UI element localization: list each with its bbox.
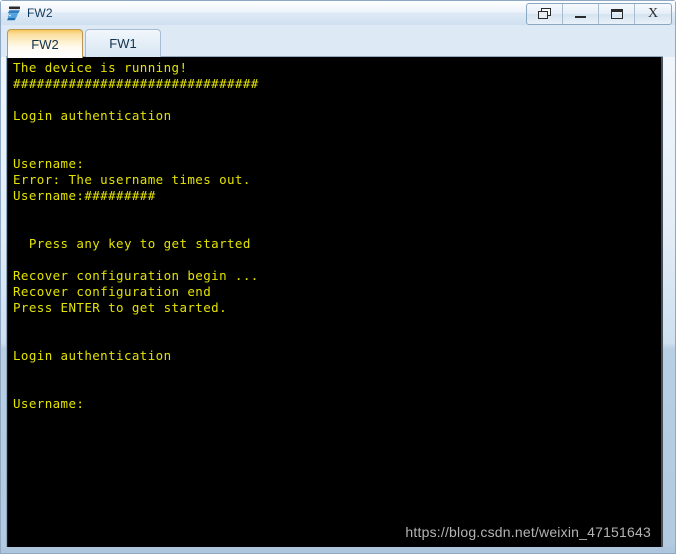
minimize-icon — [575, 16, 586, 18]
maximize-button[interactable] — [599, 4, 635, 24]
window-controls: X — [526, 3, 672, 25]
minimize-button[interactable] — [563, 4, 599, 24]
maximize-icon — [610, 9, 623, 19]
tab-fw2-label: FW2 — [31, 36, 59, 52]
window-bottom-edge — [1, 547, 675, 553]
window-title: FW2 — [27, 6, 53, 20]
tab-fw2[interactable]: FW2 — [7, 29, 83, 58]
restore-button[interactable] — [527, 4, 563, 24]
terminal-window: FW2 X FW2 FW1 The device is running! ###… — [0, 0, 676, 554]
terminal-console[interactable]: The device is running! #################… — [6, 56, 663, 548]
terminal-output: The device is running! #################… — [13, 60, 259, 411]
tab-fw1[interactable]: FW1 — [85, 29, 161, 57]
terminal-right-edge — [661, 57, 663, 548]
network-device-icon — [6, 4, 24, 22]
tab-bar: FW2 FW1 — [1, 25, 675, 58]
close-button[interactable]: X — [635, 4, 671, 24]
terminal-gutter — [7, 57, 8, 548]
window-titlebar: FW2 X — [1, 1, 675, 25]
close-icon: X — [647, 6, 659, 21]
tab-fw1-label: FW1 — [109, 36, 137, 51]
watermark-text: https://blog.csdn.net/weixin_47151643 — [405, 524, 651, 540]
restore-icon — [537, 8, 552, 20]
